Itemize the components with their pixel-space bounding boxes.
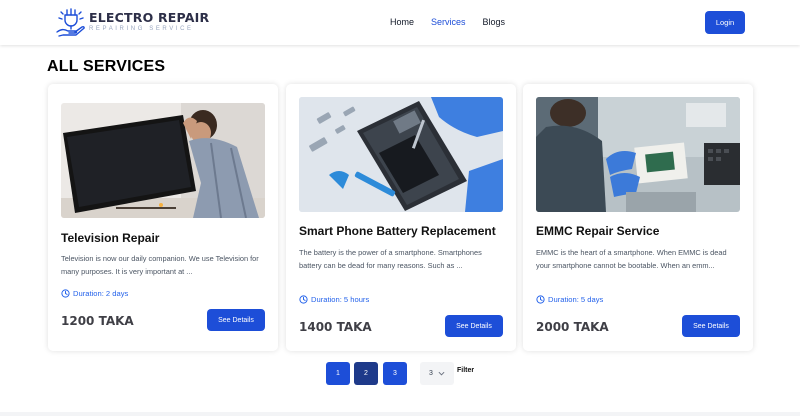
service-price: 1400 TAKA (299, 320, 372, 334)
per-page-select[interactable]: 3 (420, 362, 454, 385)
page-button-1[interactable]: 1 (326, 362, 350, 385)
duration-text: Duration: 5 hours (311, 295, 370, 304)
brand-text: ELECTRO REPAIR REPAIRING SERVICE (89, 9, 210, 33)
duration-text: Duration: 5 days (548, 295, 604, 304)
nav-services[interactable]: Services (431, 17, 466, 27)
service-duration: Duration: 2 days (61, 289, 128, 298)
service-card: EMMC Repair Service EMMC is the heart of… (523, 84, 753, 351)
service-card: Television Repair Television is now our … (48, 84, 278, 351)
page-button-2[interactable]: 2 (354, 362, 378, 385)
service-card: Smart Phone Battery Replacement The batt… (286, 84, 516, 351)
service-price: 2000 TAKA (536, 320, 609, 334)
circuit-board-repair-photo (536, 97, 740, 212)
footer-divider (0, 412, 800, 416)
hand-plug-icon (56, 8, 85, 37)
service-description: Television is now our daily companion. W… (61, 254, 259, 276)
page-title: ALL SERVICES (47, 58, 166, 75)
phone-disassembly-photo (299, 97, 503, 212)
clock-icon (61, 289, 70, 298)
service-price: 1200 TAKA (61, 314, 134, 328)
see-details-button[interactable]: See Details (445, 315, 503, 337)
service-description: EMMC is the heart of a smartphone. When … (536, 248, 727, 270)
see-details-button[interactable]: See Details (207, 309, 265, 331)
brand-logo[interactable]: ELECTRO REPAIR REPAIRING SERVICE (55, 6, 209, 38)
navbar: ELECTRO REPAIR REPAIRING SERVICE Home Se… (0, 0, 800, 45)
chevron-down-icon (438, 371, 445, 376)
page-button-3[interactable]: 3 (383, 362, 407, 385)
see-details-button[interactable]: See Details (682, 315, 740, 337)
nav-home[interactable]: Home (390, 17, 414, 27)
service-duration: Duration: 5 days (536, 295, 603, 304)
login-button[interactable]: Login (705, 11, 745, 34)
clock-icon (299, 295, 308, 304)
service-title: Smart Phone Battery Replacement (299, 224, 496, 238)
duration-text: Duration: 2 days (73, 289, 129, 298)
service-title: Television Repair (61, 231, 160, 245)
nav-blogs[interactable]: Blogs (483, 17, 506, 27)
service-description: The battery is the power of a smartphone… (299, 248, 482, 270)
filter-label: Filter (457, 367, 475, 374)
per-page-value: 3 (429, 370, 433, 377)
clock-icon (536, 295, 545, 304)
technician-lifting-tv-photo (61, 103, 265, 218)
service-title: EMMC Repair Service (536, 224, 660, 238)
service-duration: Duration: 5 hours (299, 295, 369, 304)
brand-subtitle: REPAIRING SERVICE (89, 26, 194, 33)
brand-title: ELECTRO REPAIR (89, 9, 210, 25)
main-nav: Home Services Blogs (390, 17, 522, 27)
